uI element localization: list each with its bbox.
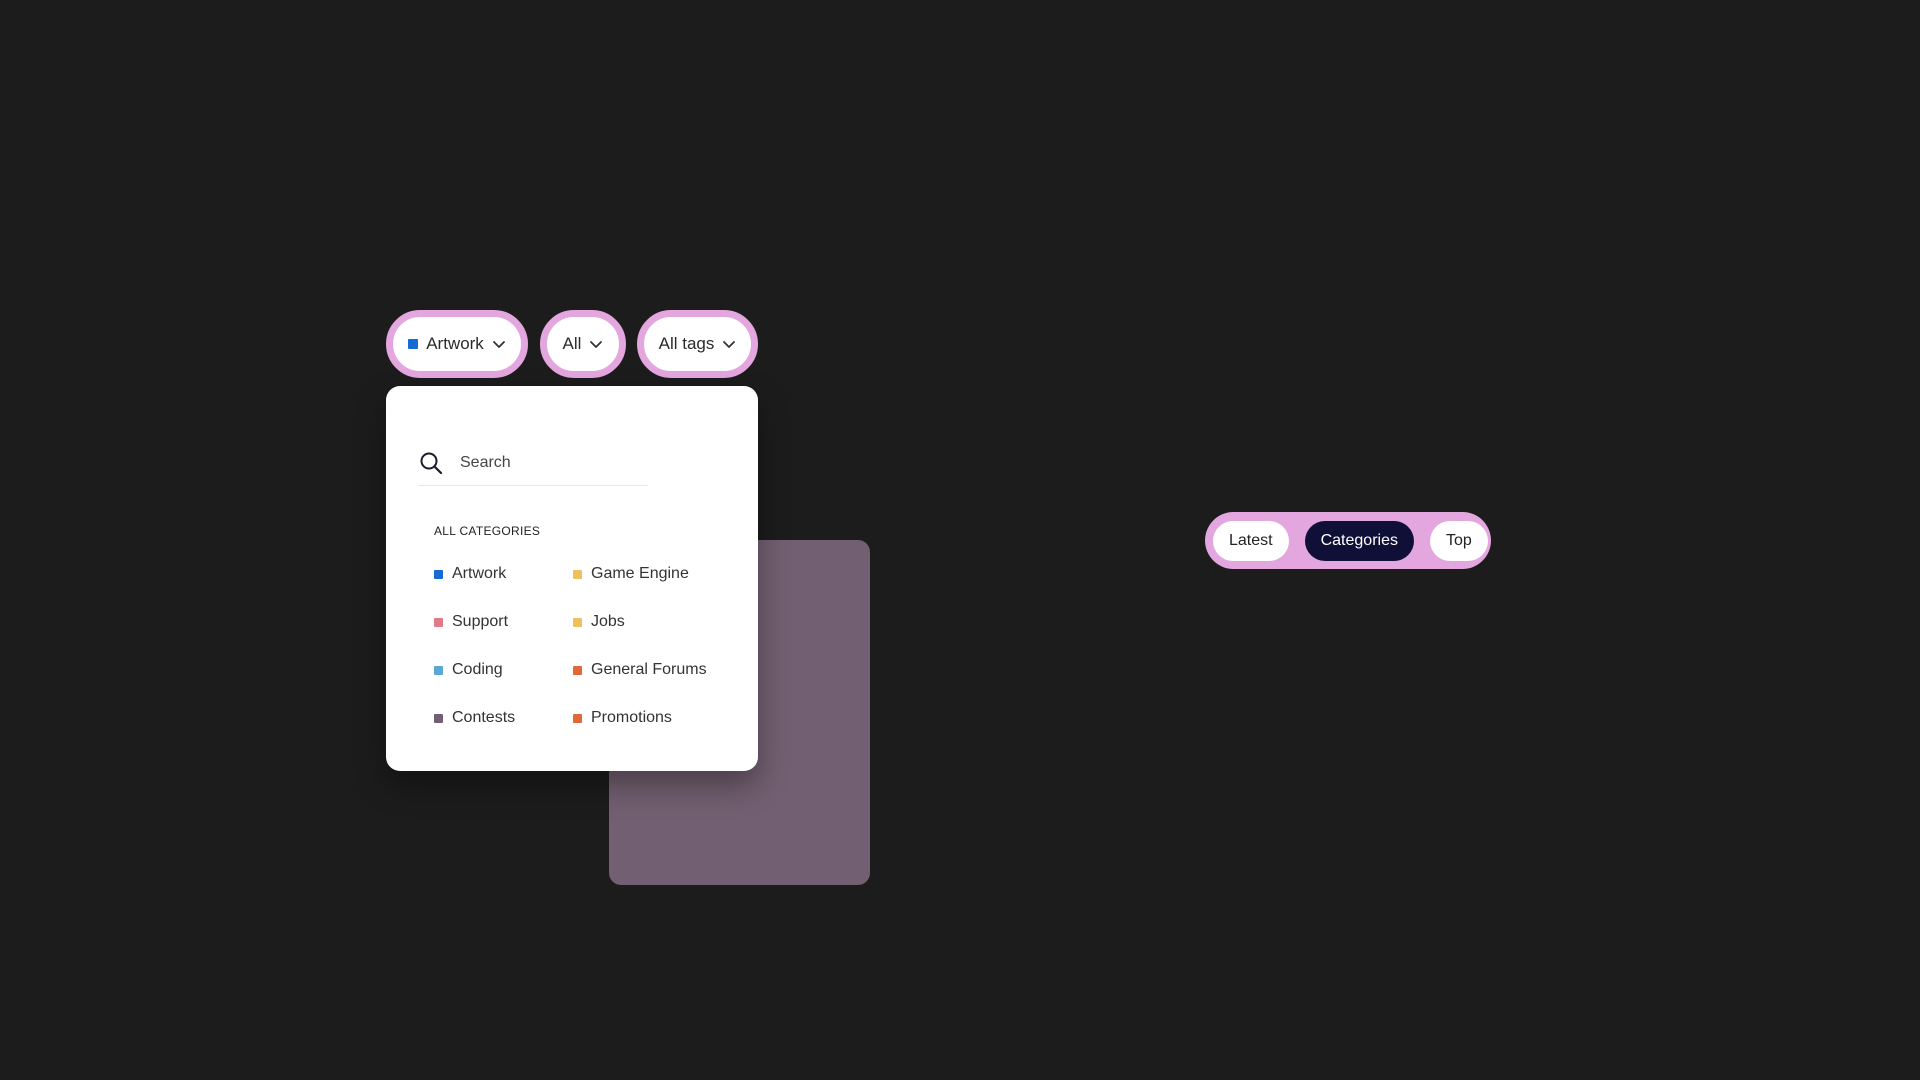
chevron-down-icon bbox=[590, 341, 603, 348]
tags-filter-label: All tags bbox=[658, 334, 715, 353]
category-swatch bbox=[573, 713, 582, 723]
category-item-jobs[interactable]: Jobs bbox=[573, 598, 733, 646]
category-item-game-engine[interactable]: Game Engine bbox=[573, 550, 733, 598]
category-swatch bbox=[434, 713, 443, 723]
category-search-input[interactable] bbox=[458, 452, 628, 473]
category-item-support[interactable]: Support bbox=[434, 598, 573, 646]
category-swatch bbox=[573, 569, 582, 579]
tab-categories[interactable]: Categories bbox=[1304, 520, 1414, 561]
category-search bbox=[418, 448, 648, 486]
category-swatch bbox=[573, 617, 582, 627]
tab-latest[interactable]: Latest bbox=[1213, 520, 1289, 561]
chevron-down-icon bbox=[723, 341, 736, 348]
category-item-contests[interactable]: Contests bbox=[434, 694, 573, 742]
category-dropdown: ALL CATEGORIES Artwork Game Engine Suppo… bbox=[386, 386, 758, 771]
tab-top[interactable]: Top bbox=[1429, 520, 1488, 561]
status-filter-button[interactable]: All bbox=[540, 310, 626, 378]
category-swatch bbox=[434, 617, 443, 627]
category-item-label: Game Engine bbox=[591, 565, 689, 582]
view-switcher: Latest Categories Top bbox=[1205, 512, 1491, 569]
status-filter-label: All bbox=[562, 334, 582, 353]
category-item-label: Support bbox=[452, 613, 509, 630]
all-categories-heading: ALL CATEGORIES bbox=[434, 524, 541, 538]
category-list: Artwork Game Engine Support Jobs Coding … bbox=[434, 550, 734, 742]
category-item-label: Artwork bbox=[452, 565, 507, 582]
tags-filter-button[interactable]: All tags bbox=[637, 310, 758, 378]
category-filter-label: Artwork bbox=[426, 334, 484, 353]
category-item-general-forums[interactable]: General Forums bbox=[573, 646, 733, 694]
category-item-label: General Forums bbox=[591, 661, 707, 678]
category-item-label: Coding bbox=[452, 661, 503, 678]
category-filter-button[interactable]: Artwork bbox=[386, 310, 528, 378]
category-item-label: Promotions bbox=[591, 709, 672, 726]
category-item-promotions[interactable]: Promotions bbox=[573, 694, 733, 742]
category-item-label: Contests bbox=[452, 709, 516, 726]
category-swatch bbox=[434, 569, 443, 579]
category-swatch bbox=[573, 665, 582, 675]
category-swatch bbox=[434, 665, 443, 675]
category-item-artwork[interactable]: Artwork bbox=[434, 550, 573, 598]
chevron-down-icon bbox=[492, 341, 505, 348]
page: Artwork All All tags ALL CATEGORIES Artw… bbox=[0, 0, 1920, 1080]
category-item-coding[interactable]: Coding bbox=[434, 646, 573, 694]
category-item-label: Jobs bbox=[591, 613, 625, 630]
category-color-swatch bbox=[408, 339, 419, 349]
search-icon bbox=[420, 452, 443, 474]
